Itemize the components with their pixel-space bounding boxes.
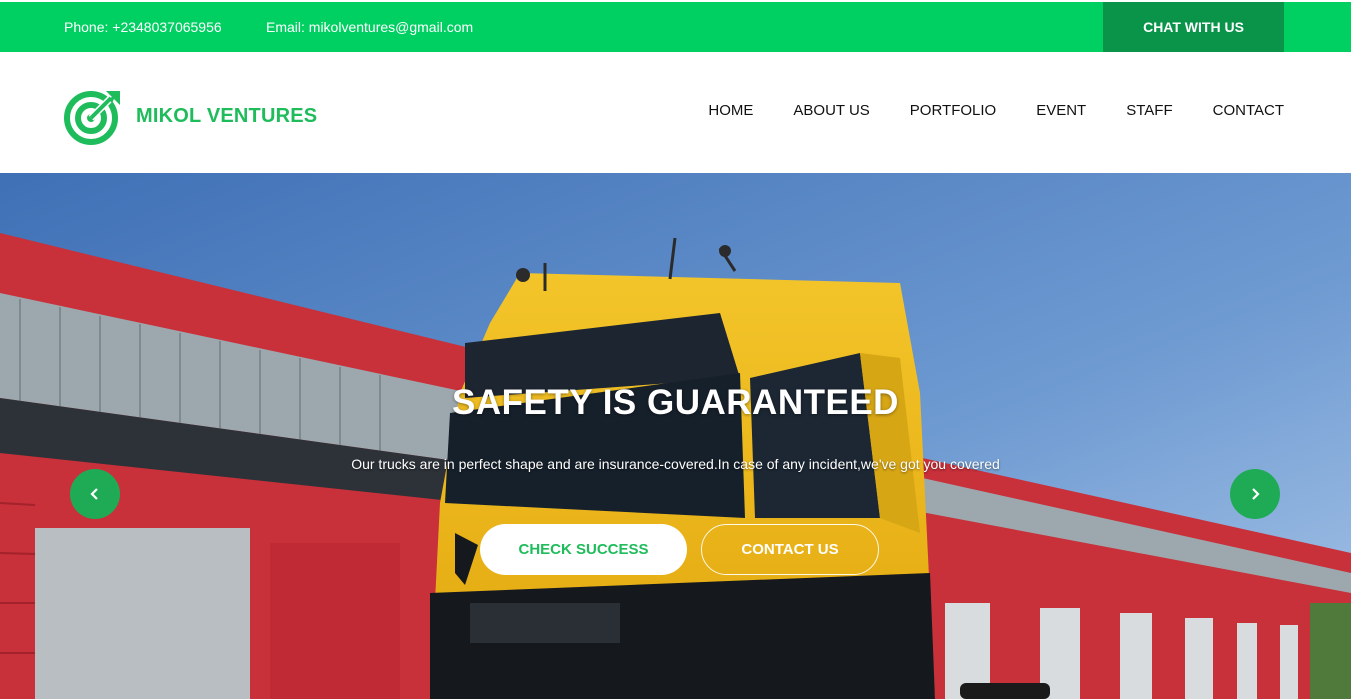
- email-text: Email: mikolventures@gmail.com: [266, 19, 474, 35]
- logo[interactable]: MIKOL VENTURES: [64, 87, 317, 145]
- nav-home[interactable]: HOME: [708, 102, 753, 119]
- chevron-right-icon: [1252, 488, 1260, 500]
- nav-about-us[interactable]: ABOUT US: [793, 102, 869, 119]
- hero-background-image: [0, 173, 1351, 699]
- chat-with-us-button[interactable]: CHAT WITH US: [1103, 2, 1284, 52]
- hero-title: SAFETY IS GUARANTEED: [452, 383, 899, 422]
- check-success-button[interactable]: CHECK SUCCESS: [480, 524, 687, 575]
- main-nav: HOME ABOUT US PORTFOLIO EVENT STAFF CONT…: [708, 102, 1284, 119]
- site-header: MIKOL VENTURES HOME ABOUT US PORTFOLIO E…: [0, 52, 1351, 173]
- brand-name: MIKOL VENTURES: [136, 104, 318, 127]
- target-arrow-icon: [64, 91, 120, 145]
- contact-us-button[interactable]: CONTACT US: [701, 524, 879, 575]
- phone-text: Phone: +2348037065956: [64, 19, 222, 35]
- hero-subtitle: Our trucks are in perfect shape and are …: [351, 456, 1000, 472]
- slider-prev-button[interactable]: [70, 469, 120, 519]
- slider-next-button[interactable]: [1230, 469, 1280, 519]
- top-bar: Phone: +2348037065956 Email: mikolventur…: [0, 2, 1351, 52]
- chevron-left-icon: [90, 488, 98, 500]
- hero-slider: SAFETY IS GUARANTEED Our trucks are in p…: [0, 173, 1351, 699]
- nav-staff[interactable]: STAFF: [1126, 102, 1172, 119]
- nav-portfolio[interactable]: PORTFOLIO: [910, 102, 996, 119]
- nav-event[interactable]: EVENT: [1036, 102, 1086, 119]
- nav-contact[interactable]: CONTACT: [1213, 102, 1284, 119]
